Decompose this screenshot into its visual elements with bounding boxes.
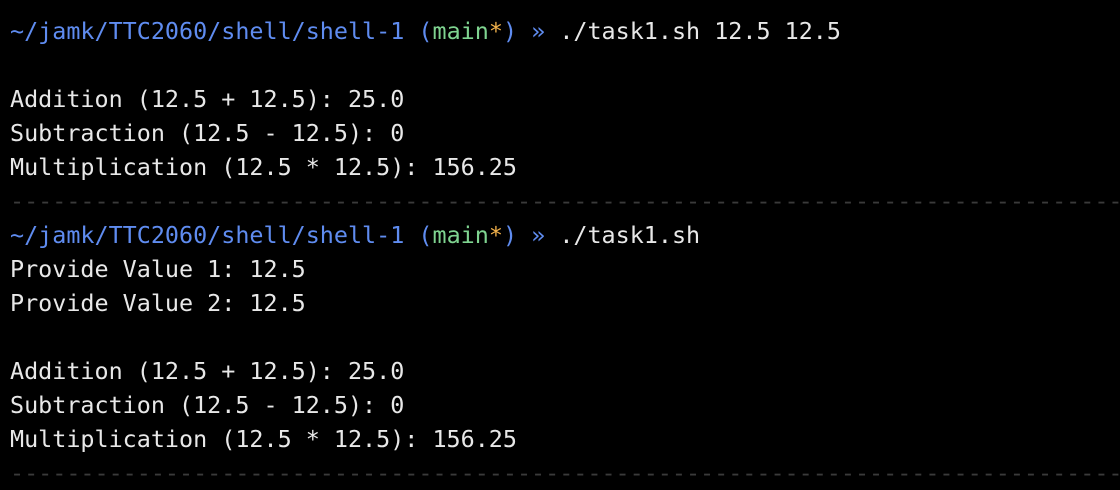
output-line: Multiplication (12.5 * 12.5): 156.25 bbox=[10, 425, 517, 453]
prompt-path: ~/jamk/TTC2060/shell/shell-1 bbox=[10, 17, 405, 45]
prompt-line-2: ~/jamk/TTC2060/shell/shell-1 (main*) » .… bbox=[10, 218, 1120, 252]
terminal-window[interactable]: ~/jamk/TTC2060/shell/shell-1 (main*) » .… bbox=[0, 0, 1120, 488]
prompt-open-paren: ( bbox=[418, 17, 433, 45]
prompt-dirty-marker: * bbox=[488, 221, 503, 249]
command-text: ./task1.sh bbox=[559, 221, 701, 249]
prompt-dirty-marker: * bbox=[488, 17, 503, 45]
output-line: Subtraction (12.5 - 12.5): 0 bbox=[10, 119, 405, 147]
prompt-branch: main bbox=[432, 17, 489, 45]
input-prompt-line: Provide Value 1: 12.5 bbox=[10, 255, 306, 283]
command-text: ./task1.sh 12.5 12.5 bbox=[559, 17, 841, 45]
output-line: Addition (12.5 + 12.5): 25.0 bbox=[10, 357, 405, 385]
output-line: Multiplication (12.5 * 12.5): 156.25 bbox=[10, 153, 517, 181]
prompt-arrow: » bbox=[531, 17, 546, 45]
separator-line: ----------------------------------------… bbox=[10, 187, 1120, 215]
prompt-close-paren: ) bbox=[502, 221, 518, 249]
output-line: Addition (12.5 + 12.5): 25.0 bbox=[10, 85, 405, 113]
prompt-open-paren: ( bbox=[418, 221, 433, 249]
prompt-arrow: » bbox=[531, 221, 546, 249]
prompt-path: ~/jamk/TTC2060/shell/shell-1 bbox=[10, 221, 405, 249]
prompt-close-paren: ) bbox=[502, 17, 518, 45]
input-prompt-line: Provide Value 2: 12.5 bbox=[10, 289, 306, 317]
output-line: Subtraction (12.5 - 12.5): 0 bbox=[10, 391, 405, 419]
prompt-branch: main bbox=[432, 221, 489, 249]
separator-line: ----------------------------------------… bbox=[10, 459, 1120, 487]
prompt-line-1: ~/jamk/TTC2060/shell/shell-1 (main*) » .… bbox=[10, 14, 1120, 48]
